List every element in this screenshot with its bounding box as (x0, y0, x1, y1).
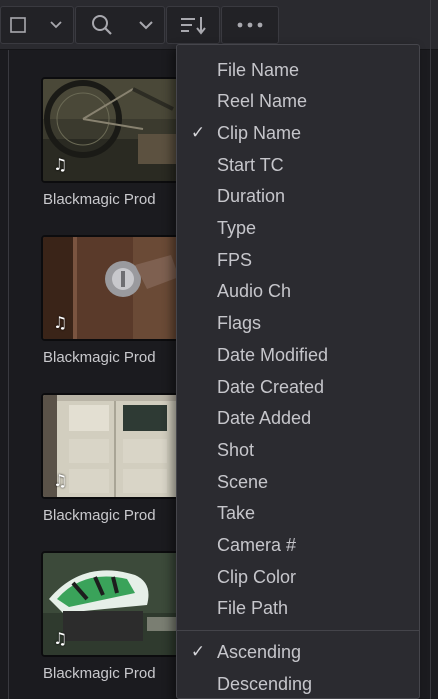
chevron-down-icon (50, 21, 62, 29)
view-mode-icon (10, 17, 26, 33)
menu-item-clip-color[interactable]: Clip Color (177, 562, 419, 592)
menu-item-date-modified[interactable]: Date Modified (177, 340, 419, 370)
menu-item-ascending[interactable]: ✓ Ascending (177, 637, 419, 667)
menu-item-label: Clip Color (217, 566, 297, 587)
menu-item-label: Audio Ch (217, 281, 292, 302)
menu-item-fps[interactable]: FPS (177, 245, 419, 275)
menu-item-camera-number[interactable]: Camera # (177, 531, 419, 561)
menu-item-label: Date Modified (217, 344, 329, 365)
menu-item-label: Camera # (217, 535, 297, 555)
sort-button[interactable] (167, 7, 219, 43)
menu-item-label: Descending (217, 673, 313, 694)
menu-item-label: Start TC (217, 154, 284, 175)
media-pool-panel: ♫ Blackmagic Prod ♫ Blackmagic Prod ♫ Bl… (0, 0, 438, 699)
menu-item-date-created[interactable]: Date Created (177, 372, 419, 402)
view-mode-dropdown-button[interactable] (39, 7, 73, 43)
menu-item-reel-name[interactable]: Reel Name (177, 87, 419, 117)
menu-item-type[interactable]: Type (177, 214, 419, 244)
menu-item-label: FPS (217, 249, 253, 270)
menu-item-label: Take (217, 503, 256, 524)
clip-thumbnail[interactable]: ♫ (41, 551, 181, 657)
search-icon (92, 15, 112, 35)
checkmark-icon: ✓ (190, 642, 206, 662)
search-options-dropdown-button[interactable] (128, 7, 164, 43)
audio-clip-icon: ♫ (53, 313, 68, 332)
menu-item-audio-ch[interactable]: Audio Ch (177, 277, 419, 307)
audio-clip-icon: ♫ (53, 155, 68, 174)
menu-item-label: Shot (217, 439, 255, 460)
menu-item-start-tc[interactable]: Start TC (177, 150, 419, 180)
menu-item-label: Type (217, 218, 257, 238)
view-mode-button[interactable] (1, 7, 39, 43)
chevron-down-icon (139, 21, 153, 30)
menu-item-label: Flags (217, 313, 262, 334)
search-button[interactable] (76, 7, 128, 43)
more-options-icon (237, 22, 263, 28)
more-options-group (221, 6, 279, 44)
menu-item-descending[interactable]: Descending (177, 669, 419, 699)
menu-item-label: Date Added (217, 408, 312, 429)
sort-group (166, 6, 220, 44)
menu-item-date-added[interactable]: Date Added (177, 404, 419, 434)
menu-item-file-name[interactable]: File Name (177, 55, 419, 85)
menu-item-label: Scene (217, 471, 269, 492)
menu-item-file-path[interactable]: File Path (177, 594, 419, 624)
search-group (75, 6, 165, 44)
menu-item-label: Date Created (217, 376, 325, 397)
sort-icon (181, 17, 206, 35)
menu-item-label: Duration (217, 186, 286, 207)
clip-thumbnail[interactable]: ♫ (41, 235, 181, 341)
menu-item-label: File Path (217, 598, 289, 619)
clip-thumbnail[interactable]: ♫ (41, 77, 181, 183)
view-mode-group (0, 6, 74, 44)
menu-item-label: Reel Name (217, 91, 308, 112)
more-options-button[interactable] (222, 7, 278, 43)
menu-item-shot[interactable]: Shot (177, 435, 419, 465)
clip-thumbnail[interactable]: ♫ (41, 393, 181, 499)
audio-clip-icon: ♫ (53, 629, 68, 648)
media-pool-toolbar (0, 0, 438, 50)
checkmark-icon: ✓ (190, 123, 206, 144)
menu-item-label: Clip Name (217, 122, 302, 143)
menu-item-flags[interactable]: Flags (177, 309, 419, 339)
menu-item-scene[interactable]: Scene (177, 467, 419, 497)
menu-divider (177, 630, 419, 631)
menu-item-label: File Name (217, 59, 300, 80)
sort-by-menu: File Name Reel Name ✓ Clip Name Start TC… (176, 44, 420, 699)
menu-item-label: Ascending (217, 641, 302, 662)
menu-item-take[interactable]: Take (177, 499, 419, 529)
menu-item-clip-name[interactable]: ✓ Clip Name (177, 118, 419, 148)
menu-item-duration[interactable]: Duration (177, 182, 419, 212)
panel-right-border (430, 0, 431, 699)
audio-clip-icon: ♫ (53, 471, 68, 490)
